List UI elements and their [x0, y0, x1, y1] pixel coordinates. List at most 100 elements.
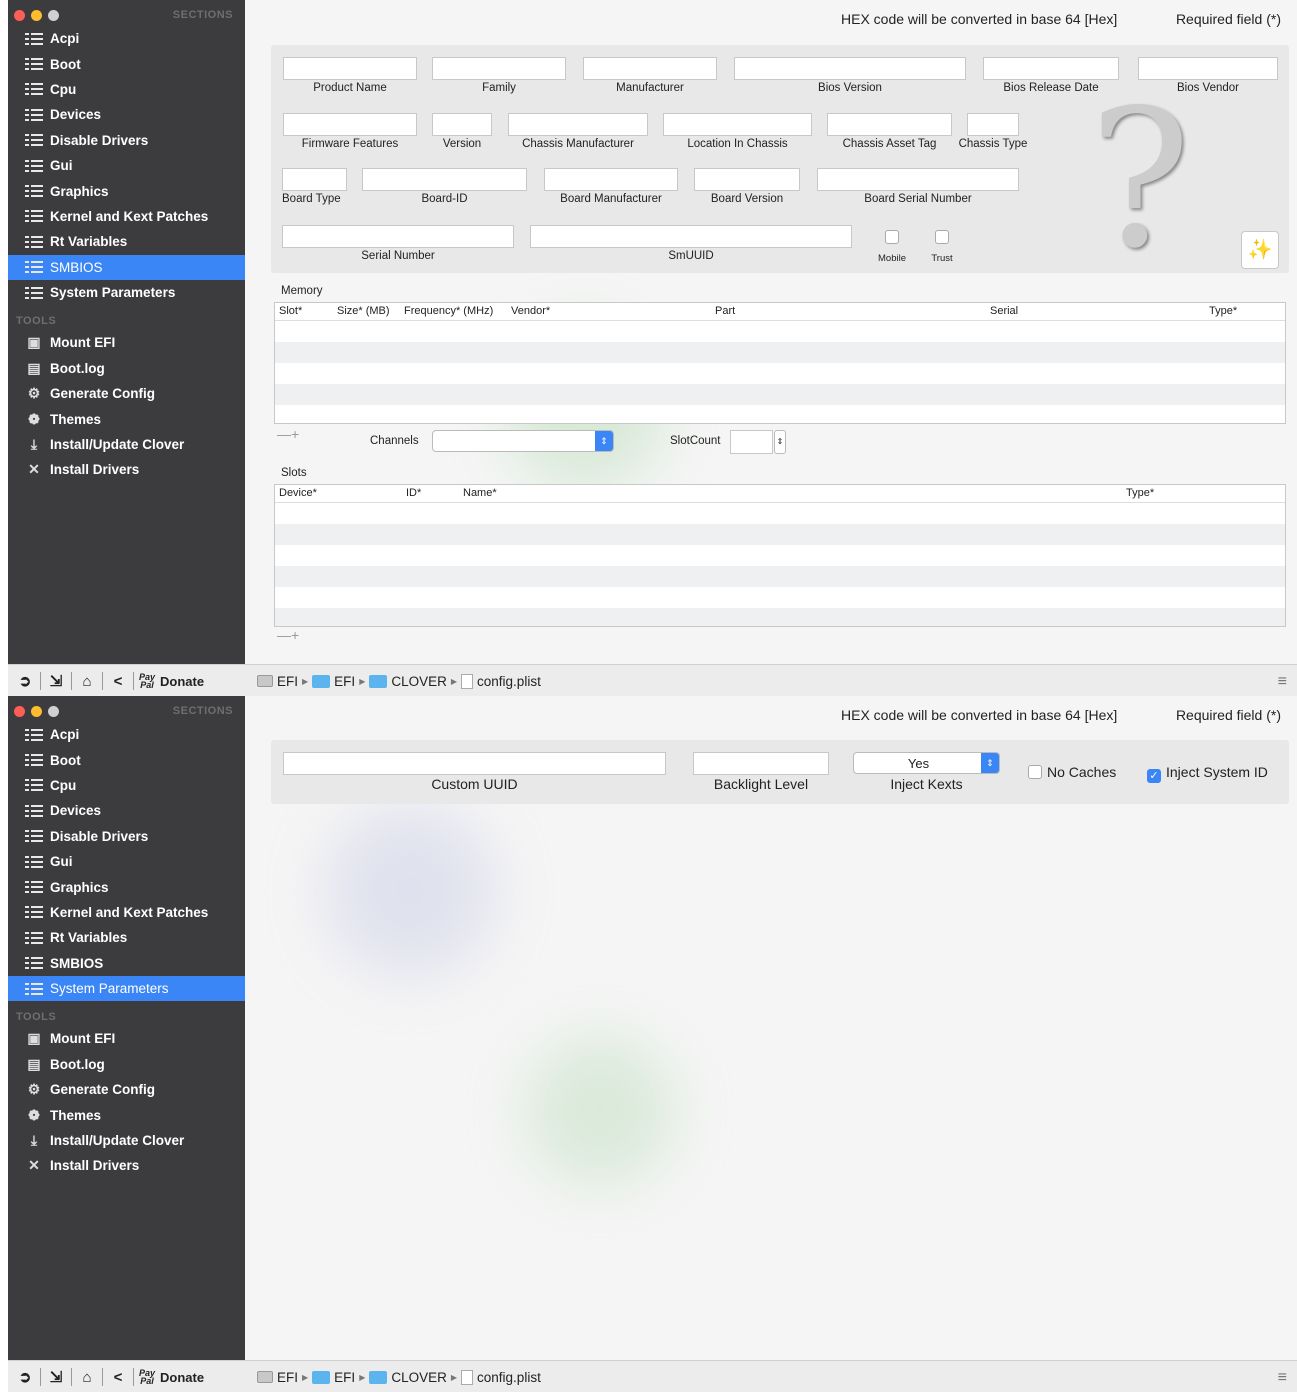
tool-boot-log[interactable]: ▤ Boot.log: [8, 356, 245, 381]
sidebar-item-devices[interactable]: Devices: [8, 798, 245, 823]
sidebar-item-acpi[interactable]: Acpi: [8, 26, 245, 51]
serial-number-field[interactable]: [282, 225, 514, 248]
board-version-field[interactable]: [694, 168, 800, 191]
add-memory-button[interactable]: —+: [277, 426, 299, 442]
tool-mount-efi[interactable]: ▣ Mount EFI: [8, 330, 245, 355]
sidebar-item-kernel-kext-patches[interactable]: Kernel and Kext Patches: [8, 900, 245, 925]
tool-themes[interactable]: ❁ Themes: [8, 1102, 245, 1127]
zoom-window-button[interactable]: [48, 10, 59, 21]
custom-uuid-field[interactable]: [283, 752, 666, 775]
table-row[interactable]: [275, 342, 1285, 363]
tool-generate-config[interactable]: ⚙ Generate Config: [8, 1077, 245, 1102]
sidebar-item-disable-drivers[interactable]: Disable Drivers: [8, 824, 245, 849]
sidebar-item-graphics[interactable]: Graphics: [8, 874, 245, 899]
table-row[interactable]: [275, 608, 1285, 626]
board-serial-number-field[interactable]: [817, 168, 1019, 191]
manufacturer-field[interactable]: [583, 57, 717, 80]
magic-wand-button[interactable]: ✨: [1241, 231, 1279, 269]
sidebar-item-graphics[interactable]: Graphics: [8, 178, 245, 203]
table-row[interactable]: [275, 524, 1285, 545]
tool-install-update-clover[interactable]: ⤓ Install/Update Clover: [8, 1128, 245, 1153]
share-icon[interactable]: <: [107, 1369, 129, 1386]
chassis-type-field[interactable]: [967, 113, 1019, 136]
table-row[interactable]: [275, 545, 1285, 566]
chassis-asset-tag-field[interactable]: [827, 113, 952, 136]
column-header[interactable]: ID*: [406, 487, 421, 499]
trust-checkbox[interactable]: [935, 230, 949, 244]
board-manufacturer-field[interactable]: [544, 168, 678, 191]
sidebar-item-disable-drivers[interactable]: Disable Drivers: [8, 128, 245, 153]
board-type-field[interactable]: [282, 168, 347, 191]
chassis-manufacturer-field[interactable]: [508, 113, 648, 136]
export-icon[interactable]: ⇲: [45, 1368, 67, 1386]
tool-generate-config[interactable]: ⚙ Generate Config: [8, 381, 245, 406]
add-slot-button[interactable]: —+: [277, 627, 299, 643]
inject-system-id-option[interactable]: ✓ Inject System ID: [1147, 764, 1268, 783]
column-header[interactable]: Name*: [463, 487, 497, 499]
breadcrumb-item[interactable]: config.plist: [477, 1370, 541, 1385]
home-icon[interactable]: ⌂: [76, 673, 98, 690]
breadcrumb-item[interactable]: EFI: [277, 1370, 298, 1385]
close-window-button[interactable]: [14, 706, 25, 717]
sidebar-item-kernel-kext-patches[interactable]: Kernel and Kext Patches: [8, 204, 245, 229]
zoom-window-button[interactable]: [48, 706, 59, 717]
sidebar-item-boot[interactable]: Boot: [8, 51, 245, 76]
column-header[interactable]: Frequency* (MHz): [404, 305, 493, 317]
column-header[interactable]: Slot*: [279, 305, 302, 317]
sidebar-item-rt-variables[interactable]: Rt Variables: [8, 925, 245, 950]
inject-kexts-popup[interactable]: Yes ⇕: [853, 752, 1000, 774]
breadcrumb-item[interactable]: EFI: [334, 674, 355, 689]
slotcount-field[interactable]: [730, 430, 773, 454]
memory-table[interactable]: Slot* Size* (MB) Frequency* (MHz) Vendor…: [274, 302, 1286, 424]
table-row[interactable]: [275, 566, 1285, 587]
menu-icon[interactable]: ≡: [1278, 1369, 1287, 1387]
close-window-button[interactable]: [14, 10, 25, 21]
mobile-checkbox[interactable]: [885, 230, 899, 244]
column-header[interactable]: Part: [715, 305, 735, 317]
table-row[interactable]: [275, 321, 1285, 342]
column-header[interactable]: Vendor*: [511, 305, 550, 317]
column-header[interactable]: Serial: [990, 305, 1018, 317]
sidebar-item-gui[interactable]: Gui: [8, 153, 245, 178]
column-header[interactable]: Type*: [1209, 305, 1237, 317]
sidebar-item-devices[interactable]: Devices: [8, 102, 245, 127]
breadcrumb-item[interactable]: EFI: [334, 1370, 355, 1385]
minimize-window-button[interactable]: [31, 10, 42, 21]
import-icon[interactable]: ➲: [14, 672, 36, 690]
donate-button[interactable]: Donate: [160, 1370, 204, 1385]
share-icon[interactable]: <: [107, 673, 129, 690]
tool-install-drivers[interactable]: ✕ Install Drivers: [8, 457, 245, 482]
column-header[interactable]: Device*: [279, 487, 317, 499]
column-header[interactable]: Type*: [1126, 487, 1154, 499]
family-field[interactable]: [432, 57, 566, 80]
backlight-level-field[interactable]: [693, 752, 829, 775]
table-row[interactable]: [275, 503, 1285, 524]
tool-themes[interactable]: ❁ Themes: [8, 406, 245, 431]
sidebar-item-cpu[interactable]: Cpu: [8, 773, 245, 798]
donate-button[interactable]: Donate: [160, 674, 204, 689]
location-in-chassis-field[interactable]: [663, 113, 812, 136]
inject-system-id-checkbox[interactable]: ✓: [1147, 769, 1161, 783]
sidebar-item-smbios[interactable]: SMBIOS: [8, 951, 245, 976]
slots-table[interactable]: Device* ID* Name* Type*: [274, 484, 1286, 627]
sidebar-item-cpu[interactable]: Cpu: [8, 77, 245, 102]
import-icon[interactable]: ➲: [14, 1368, 36, 1386]
sidebar-item-boot[interactable]: Boot: [8, 747, 245, 772]
sidebar-item-gui[interactable]: Gui: [8, 849, 245, 874]
minimize-window-button[interactable]: [31, 706, 42, 717]
home-icon[interactable]: ⌂: [76, 1369, 98, 1386]
breadcrumb-item[interactable]: CLOVER: [391, 1370, 447, 1385]
sidebar-item-system-parameters[interactable]: System Parameters: [8, 975, 245, 1002]
table-row[interactable]: [275, 363, 1285, 384]
tool-boot-log[interactable]: ▤ Boot.log: [8, 1052, 245, 1077]
channels-popup[interactable]: ⇕: [432, 430, 614, 452]
bios-version-field[interactable]: [734, 57, 966, 80]
table-row[interactable]: [275, 405, 1285, 423]
breadcrumb-item[interactable]: config.plist: [477, 674, 541, 689]
sidebar-item-rt-variables[interactable]: Rt Variables: [8, 229, 245, 254]
table-row[interactable]: [275, 587, 1285, 608]
column-header[interactable]: Size* (MB): [337, 305, 390, 317]
smuuid-field[interactable]: [530, 225, 852, 248]
slotcount-stepper[interactable]: ⇕: [774, 430, 786, 454]
sidebar-item-acpi[interactable]: Acpi: [8, 722, 245, 747]
